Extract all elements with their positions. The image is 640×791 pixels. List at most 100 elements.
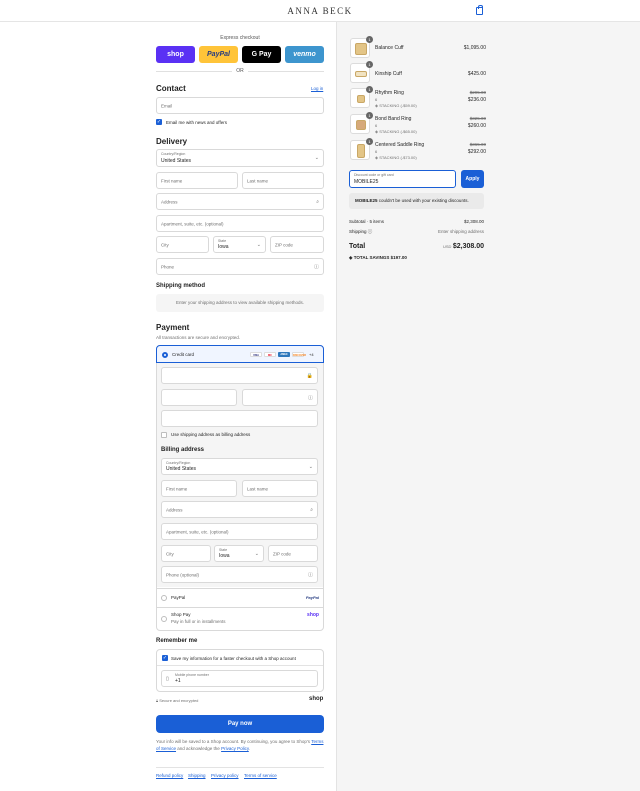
state-select[interactable]: State Iowa ⌄ bbox=[213, 236, 266, 253]
billing-apartment-field[interactable]: Apartment, suite, etc. (optional) bbox=[161, 523, 318, 540]
total-label: Total bbox=[349, 243, 366, 250]
apartment-field[interactable]: Apartment, suite, etc. (optional) bbox=[156, 215, 324, 232]
privacy-link[interactable]: Privacy Policy bbox=[221, 746, 249, 751]
quantity-badge: 1 bbox=[366, 138, 373, 145]
secure-encrypted-text: 🔒︎ Secure and encrypted bbox=[156, 698, 198, 703]
shopping-bag-icon[interactable] bbox=[476, 5, 483, 15]
search-icon: ⌕ bbox=[316, 198, 319, 205]
contact-heading: Contact bbox=[156, 84, 186, 93]
address-field[interactable]: Address ⌕ bbox=[156, 193, 324, 210]
last-name-placeholder: Last name bbox=[247, 178, 269, 183]
help-icon[interactable]: ⓘ bbox=[314, 263, 319, 270]
login-link[interactable]: Log in bbox=[311, 86, 323, 91]
footer-link-shipping[interactable]: Shipping bbox=[188, 773, 206, 778]
billing-state-label: State bbox=[219, 548, 228, 552]
discount-error-message: couldn't be used with your existing disc… bbox=[378, 198, 469, 203]
city-field[interactable]: City bbox=[156, 236, 209, 253]
footer-link-refund[interactable]: Refund policy bbox=[156, 773, 183, 778]
country-select[interactable]: Country/Region United States ⌄ bbox=[156, 149, 324, 167]
shipping-method-box: Enter your shipping address to view avai… bbox=[156, 294, 324, 312]
product-price: $1,095.00 bbox=[463, 45, 486, 51]
discount-error-code: MOBILE25 bbox=[355, 198, 378, 203]
card-number-field[interactable]: 🔒 bbox=[161, 367, 318, 384]
product-price: $292.00 bbox=[467, 149, 486, 155]
shipping-method-heading: Shipping method bbox=[156, 283, 205, 289]
quantity-badge: 1 bbox=[366, 86, 373, 93]
apply-discount-button[interactable]: Apply bbox=[461, 170, 484, 188]
first-name-field[interactable]: First name bbox=[156, 172, 238, 189]
use-shipping-checkbox[interactable] bbox=[161, 432, 167, 438]
order-summary bbox=[336, 22, 640, 791]
quantity-badge: 1 bbox=[366, 61, 373, 68]
billing-heading: Billing address bbox=[161, 447, 205, 453]
help-icon[interactable]: ⓘ bbox=[368, 229, 373, 234]
discount-code-field[interactable]: Discount code or gift card MOBILE25 bbox=[349, 170, 456, 188]
billing-phone-field[interactable]: Phone (optional) ⓘ bbox=[161, 566, 318, 583]
save-info-checkbox[interactable]: ✓ bbox=[162, 655, 168, 661]
brand-logo[interactable]: ANNA BECK bbox=[0, 6, 640, 16]
paypal-option[interactable]: PayPal PayPal bbox=[157, 588, 323, 607]
discount-error-banner: MOBILE25 couldn't be used with your exis… bbox=[349, 193, 484, 209]
billing-state-value: Iowa bbox=[219, 553, 230, 559]
tag-icon: ◈ bbox=[375, 155, 379, 160]
shop-pay-option[interactable]: Shop Pay Pay in full or in installments … bbox=[157, 607, 323, 630]
help-icon[interactable]: ⓘ bbox=[308, 571, 313, 578]
address-placeholder: Address bbox=[161, 199, 178, 204]
remember-me-heading: Remember me bbox=[156, 638, 198, 644]
legal-text-main: Your info will be saved to a Shop accoun… bbox=[156, 739, 311, 744]
zip-field[interactable]: ZIP code bbox=[270, 236, 324, 253]
credit-card-label: Credit card bbox=[172, 352, 195, 357]
google-pay-button[interactable]: G Pay bbox=[242, 46, 281, 63]
subtotal-value: $2,308.00 bbox=[463, 219, 484, 224]
expiration-field[interactable] bbox=[161, 389, 237, 406]
billing-city-field[interactable]: City bbox=[161, 545, 211, 562]
secure-label: Secure and encrypted bbox=[159, 698, 199, 703]
credit-card-radio[interactable] bbox=[162, 352, 168, 358]
billing-last-name-field[interactable]: Last name bbox=[242, 480, 318, 497]
billing-zip-field[interactable]: ZIP code bbox=[268, 545, 318, 562]
phone-icon: ▯ bbox=[166, 675, 169, 682]
phone-field[interactable]: Phone ⓘ bbox=[156, 258, 324, 275]
currency-code: USD bbox=[443, 244, 452, 249]
security-code-field[interactable]: ⓘ bbox=[242, 389, 318, 406]
shop-pay-radio[interactable] bbox=[161, 616, 167, 622]
name-on-card-field[interactable] bbox=[161, 410, 318, 427]
billing-first-name-field[interactable]: First name bbox=[161, 480, 237, 497]
product-variant: 6 bbox=[375, 97, 378, 102]
shipping-value: Enter shipping address bbox=[437, 229, 484, 234]
paypal-button[interactable]: PayPal bbox=[199, 46, 238, 63]
billing-country-select[interactable]: Country/Region United States ⌄ bbox=[161, 458, 318, 475]
footer-link-privacy[interactable]: Privacy policy bbox=[211, 773, 239, 778]
line-item: 1 Bond Band Ring 6 ◈ STACKING (-$65.00) … bbox=[350, 112, 486, 136]
shop-pay-label: Shop Pay bbox=[171, 612, 191, 617]
delivery-heading: Delivery bbox=[156, 137, 188, 146]
state-value: Iowa bbox=[218, 244, 229, 250]
newsletter-checkbox[interactable]: ✓ bbox=[156, 119, 162, 125]
pay-now-button[interactable]: Pay now bbox=[156, 715, 324, 733]
mobile-phone-field[interactable]: ▯ Mobile phone number +1 bbox=[161, 670, 318, 687]
first-name-placeholder: First name bbox=[161, 178, 183, 183]
billing-first-name-placeholder: First name bbox=[166, 486, 188, 491]
venmo-button[interactable]: venmo bbox=[285, 46, 324, 63]
billing-address-field[interactable]: Address ⌕ bbox=[161, 501, 318, 518]
save-info-label: Save my information for a faster checkou… bbox=[171, 656, 296, 661]
product-image: 1 bbox=[350, 138, 373, 160]
footer-link-terms[interactable]: Terms of service bbox=[244, 773, 277, 778]
email-field[interactable]: Email bbox=[156, 97, 324, 114]
last-name-field[interactable]: Last name bbox=[242, 172, 324, 189]
use-shipping-label: Use shipping address as billing address bbox=[171, 432, 251, 437]
shipping-row-label: Shipping ⓘ bbox=[349, 229, 372, 235]
shipping-label: Shipping bbox=[349, 229, 367, 234]
product-price: $425.00 bbox=[467, 71, 486, 77]
savings-label: TOTAL SAVINGS bbox=[353, 255, 390, 260]
product-name: Rhythm Ring bbox=[375, 90, 404, 96]
credit-card-option[interactable]: Credit card VISA MC AMEX DISCOVER +4 bbox=[156, 345, 324, 363]
shop-pay-button[interactable]: shop bbox=[156, 46, 195, 63]
city-placeholder: City bbox=[161, 242, 169, 247]
paypal-radio[interactable] bbox=[161, 595, 167, 601]
product-image: 1 bbox=[350, 61, 373, 83]
billing-state-select[interactable]: State Iowa ⌄ bbox=[214, 545, 264, 562]
help-icon[interactable]: ⓘ bbox=[308, 394, 313, 401]
state-label: State bbox=[218, 239, 227, 243]
paypal-logo: PayPal bbox=[305, 595, 319, 600]
